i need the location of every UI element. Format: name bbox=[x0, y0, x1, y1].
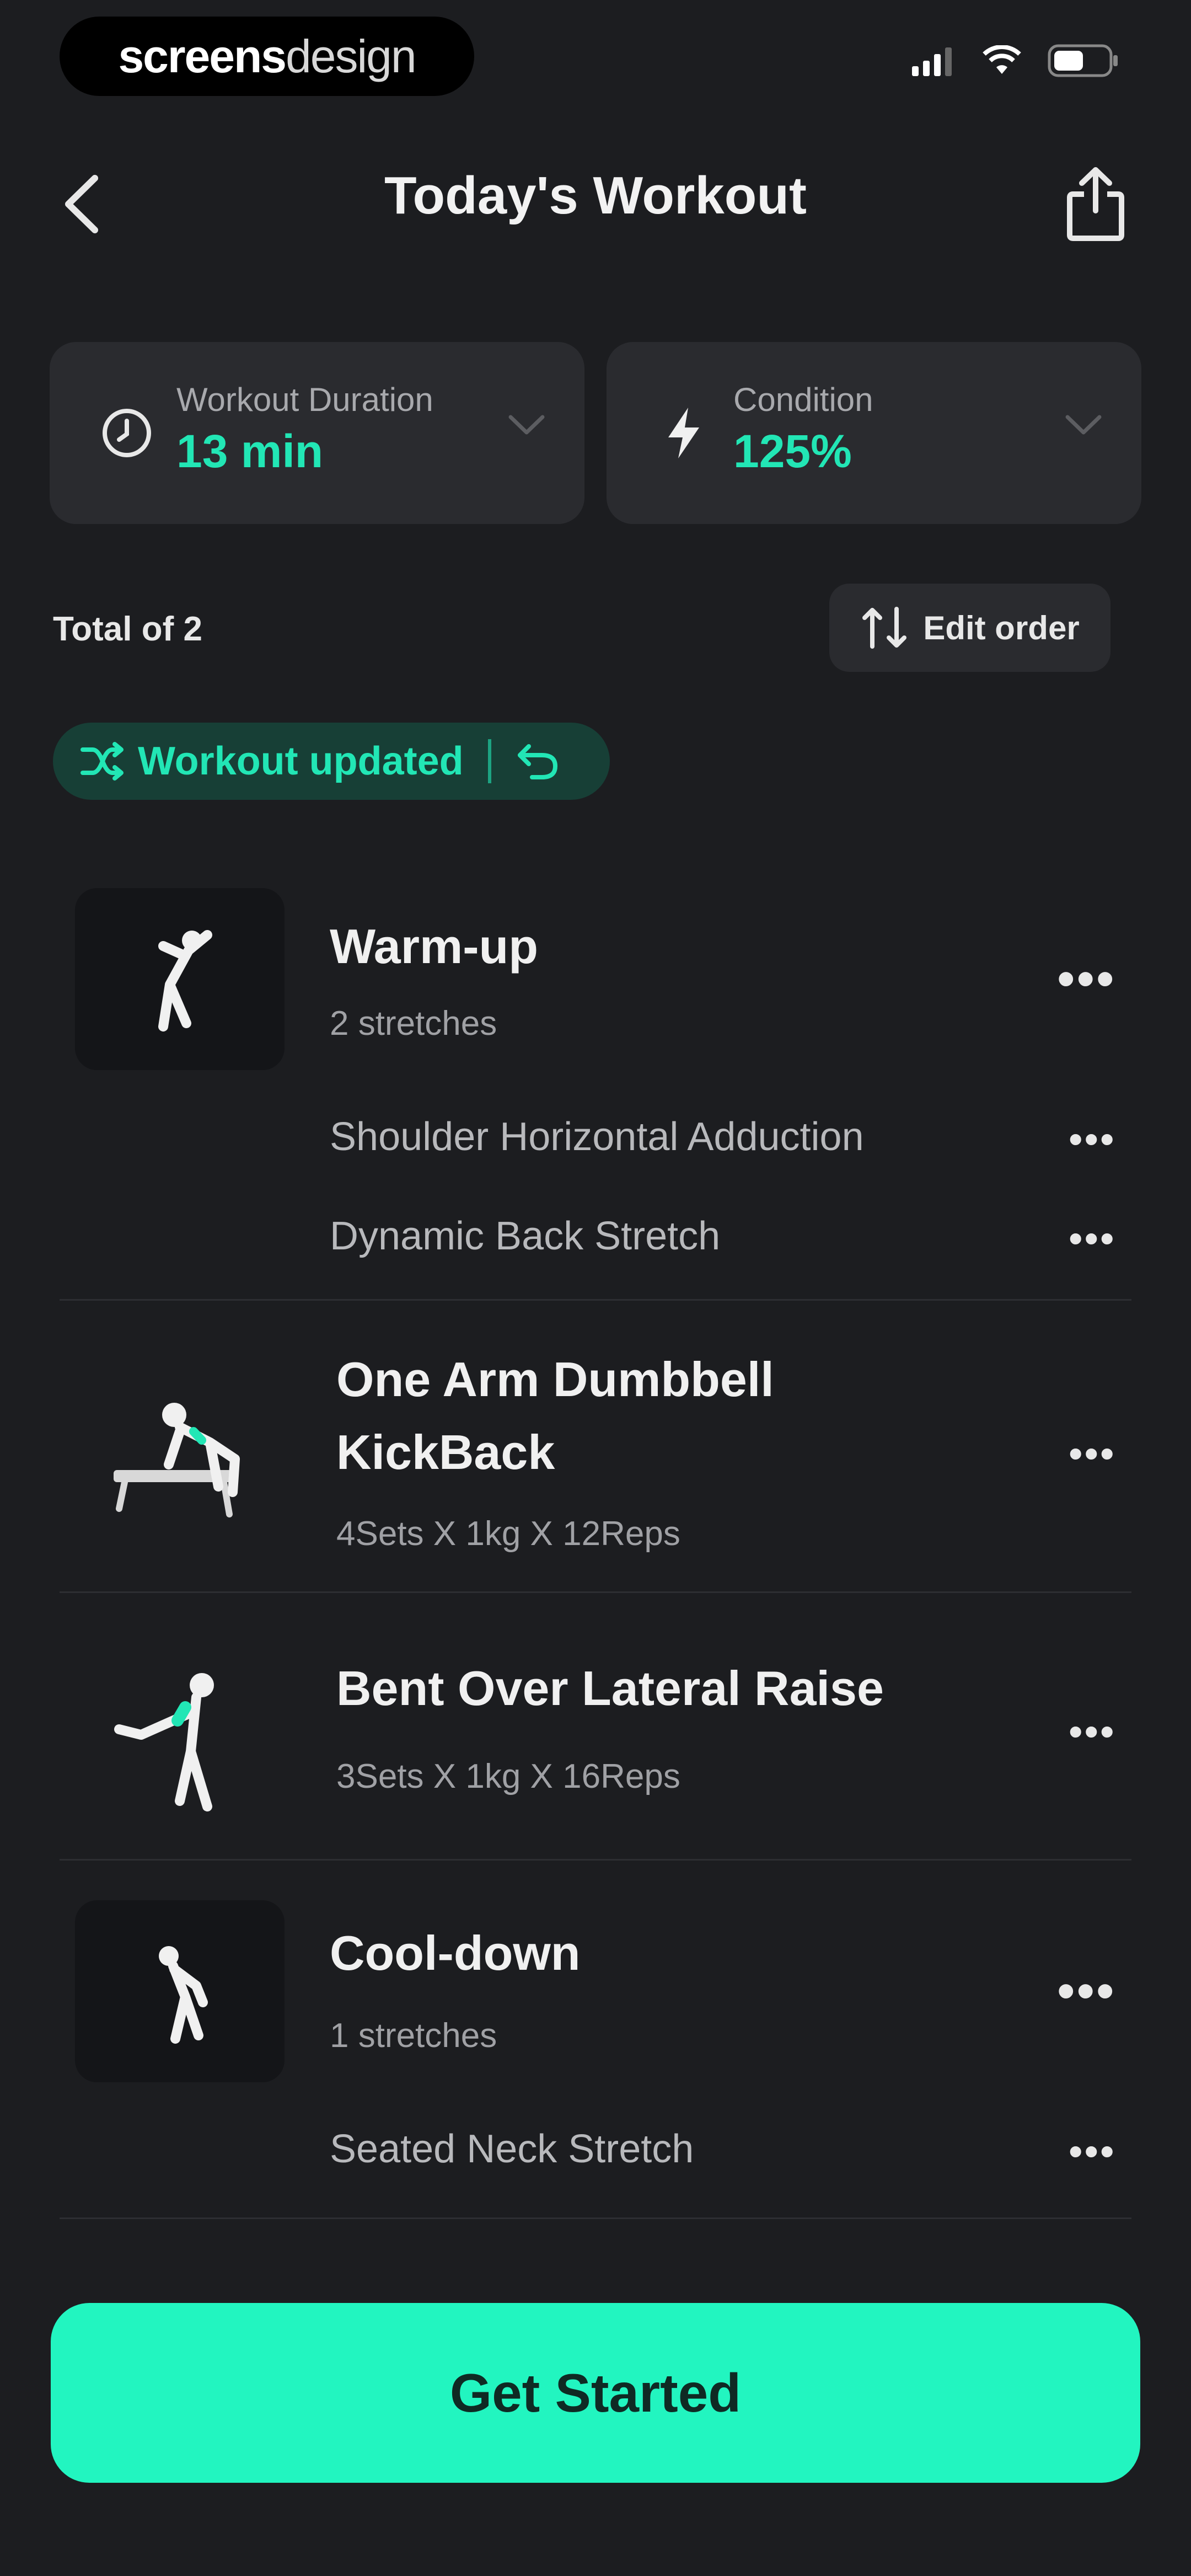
brand-text-bold: screens bbox=[118, 30, 287, 82]
chevron-down-icon bbox=[508, 415, 545, 435]
share-button[interactable] bbox=[1060, 160, 1131, 248]
divider bbox=[60, 1591, 1131, 1593]
lightning-icon bbox=[656, 405, 711, 461]
wifi-icon bbox=[983, 45, 1021, 74]
warmup-title: Warm-up bbox=[330, 919, 539, 974]
battery-icon bbox=[1048, 44, 1118, 77]
divider bbox=[60, 1859, 1131, 1861]
get-started-label: Get Started bbox=[449, 2362, 742, 2423]
exercise-title: One Arm Dumbbell KickBack bbox=[336, 1343, 774, 1489]
undo-icon[interactable] bbox=[516, 742, 560, 781]
exercise-sets: 3Sets X 1kg X 16Reps bbox=[336, 1757, 680, 1795]
stretch-figure-icon bbox=[159, 1946, 208, 2044]
stretch-more-button[interactable]: ••• bbox=[1069, 2132, 1116, 2171]
brand-watermark: screens design bbox=[60, 17, 474, 96]
stretch-item[interactable]: Dynamic Back Stretch bbox=[330, 1214, 720, 1259]
sort-icon bbox=[862, 607, 907, 649]
cooldown-subtitle: 1 stretches bbox=[330, 2017, 497, 2055]
chevron-down-icon bbox=[1065, 415, 1102, 435]
exercise-title-line-2: KickBack bbox=[336, 1425, 555, 1479]
cooldown-more-button[interactable]: ••• bbox=[1057, 1966, 1116, 2016]
stretch-item[interactable]: Seated Neck Stretch bbox=[330, 2126, 694, 2172]
stretch-more-button[interactable]: ••• bbox=[1069, 1219, 1116, 1258]
stretch-more-button[interactable]: ••• bbox=[1069, 1120, 1116, 1158]
exercise-title-line-1: One Arm Dumbbell bbox=[336, 1352, 774, 1407]
lateral-raise-figure-icon bbox=[114, 1673, 214, 1811]
stretch-item[interactable]: Shoulder Horizontal Adduction bbox=[330, 1114, 864, 1159]
total-count: Total of 2 bbox=[53, 610, 202, 648]
edit-order-label: Edit order bbox=[923, 609, 1080, 646]
workout-updated-text: Workout updated bbox=[138, 739, 464, 783]
cooldown-thumbnail bbox=[75, 1900, 285, 2082]
signal-icon bbox=[912, 47, 952, 76]
status-icons bbox=[912, 44, 1119, 77]
shuffle-icon bbox=[81, 742, 124, 781]
exercise-thumbnail bbox=[75, 1644, 285, 1826]
page-title: Today's Workout bbox=[384, 166, 807, 225]
exercise-more-button[interactable]: ••• bbox=[1069, 1434, 1116, 1473]
clock-icon bbox=[99, 405, 154, 461]
warmup-more-button[interactable]: ••• bbox=[1057, 954, 1116, 1004]
condition-value: 125% bbox=[733, 425, 852, 477]
edit-order-button[interactable]: Edit order bbox=[829, 584, 1110, 672]
brand-text-light: design bbox=[286, 30, 417, 82]
workout-updated-notice: Workout updated bbox=[53, 723, 610, 800]
condition-card[interactable]: Condition 125% bbox=[607, 342, 1141, 524]
divider bbox=[60, 2217, 1131, 2219]
stretch-figure-icon bbox=[158, 930, 212, 1032]
exercise-sets: 4Sets X 1kg X 12Reps bbox=[336, 1515, 680, 1553]
exercise-title: Bent Over Lateral Raise bbox=[336, 1661, 884, 1715]
duration-value: 13 min bbox=[176, 425, 324, 477]
share-icon bbox=[1067, 167, 1124, 241]
divider bbox=[487, 739, 491, 783]
exercise-more-button[interactable]: ••• bbox=[1069, 1712, 1116, 1751]
cooldown-title: Cool-down bbox=[330, 1926, 581, 1980]
warmup-thumbnail bbox=[75, 888, 285, 1070]
workout-duration-card[interactable]: Workout Duration 13 min bbox=[50, 342, 584, 524]
condition-label: Condition bbox=[733, 381, 873, 418]
duration-label: Workout Duration bbox=[176, 381, 433, 418]
exercise-thumbnail bbox=[75, 1362, 285, 1544]
divider bbox=[60, 1299, 1131, 1301]
warmup-subtitle: 2 stretches bbox=[330, 1004, 497, 1043]
get-started-button[interactable]: Get Started bbox=[51, 2303, 1140, 2483]
kickback-figure-icon bbox=[114, 1403, 240, 1517]
